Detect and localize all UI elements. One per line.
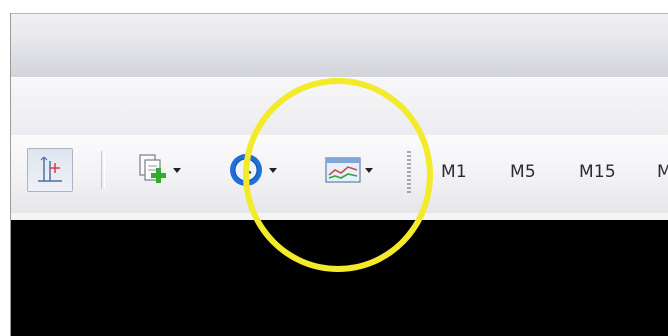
history-icon — [229, 154, 262, 186]
timeframe-m1-button[interactable]: M1 — [441, 162, 467, 182]
menu-bar — [11, 77, 668, 137]
application-window: M1 M5 M15 M — [10, 13, 668, 336]
toolbar-grip[interactable] — [407, 151, 411, 193]
chart-area[interactable] — [11, 220, 668, 336]
title-bar — [11, 13, 668, 78]
new-chart-button[interactable] — [123, 148, 193, 192]
chevron-down-icon[interactable] — [268, 167, 277, 173]
history-button[interactable] — [215, 148, 287, 192]
timeframe-m15-button[interactable]: M15 — [579, 162, 616, 182]
new-chart-icon — [138, 154, 166, 183]
toolbar: M1 M5 M15 M — [11, 135, 668, 214]
crosshair-icon — [38, 156, 62, 182]
crosshair-button[interactable] — [27, 148, 73, 192]
indicators-icon — [324, 157, 361, 183]
chevron-down-icon[interactable] — [172, 167, 181, 173]
toolbar-gap — [11, 213, 668, 220]
chevron-down-icon[interactable] — [364, 167, 373, 173]
timeframe-m-button[interactable]: M — [657, 162, 668, 182]
indicators-button[interactable] — [311, 148, 385, 192]
toolbar-separator — [101, 151, 105, 189]
timeframe-m5-button[interactable]: M5 — [510, 162, 536, 182]
